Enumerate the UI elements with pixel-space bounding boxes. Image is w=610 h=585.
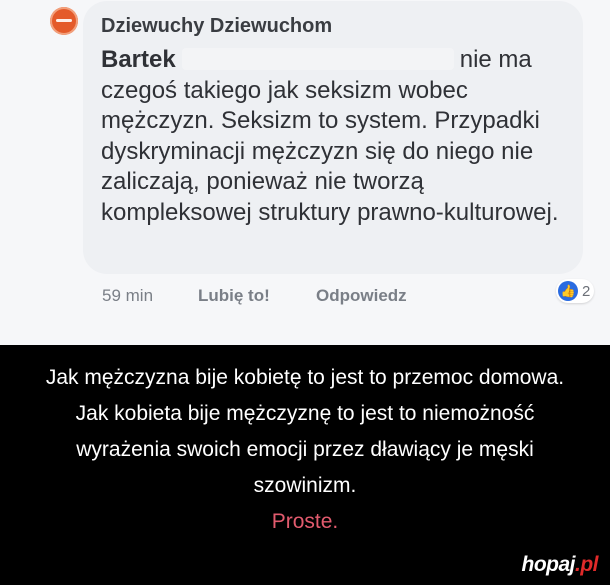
- comment-time[interactable]: 59 min: [102, 286, 153, 306]
- comment-text: Bartek nie ma czegoś takiego jak seksizm …: [101, 45, 573, 228]
- logo-domain: .pl: [575, 553, 599, 576]
- logo-main: hopaj: [521, 553, 576, 576]
- like-button[interactable]: Lubię to!: [198, 286, 270, 306]
- caption-line: Jak mężczyzna bije kobietę to jest to pr…: [45, 366, 565, 389]
- comment-bubble: Dziewuchy Dziewuchom Bartek nie ma czegoś…: [83, 1, 583, 274]
- caption-punchline: Proste.: [271, 510, 339, 533]
- caption-line: Jak kobieta bije mężczyznę to jest to ni…: [75, 402, 535, 425]
- caption-line: szowinizm.: [253, 474, 357, 497]
- hopaj-logo[interactable]: hopaj.pl: [522, 553, 599, 577]
- caption: Jak mężczyzna bije kobietę to jest to pr…: [0, 360, 610, 540]
- mention-name[interactable]: Bartek: [101, 46, 176, 73]
- reaction-badge[interactable]: 👍 2: [556, 279, 595, 303]
- redacted-area: [181, 48, 454, 70]
- thumbs-up-icon: 👍: [558, 281, 578, 301]
- reaction-count: 2: [582, 282, 591, 300]
- caption-line: wyrażenia swoich emocji przez dławiący j…: [76, 438, 534, 461]
- comment-author[interactable]: Dziewuchy Dziewuchom: [101, 15, 332, 38]
- reply-button[interactable]: Odpowiedz: [316, 286, 407, 306]
- page-avatar[interactable]: [50, 7, 78, 35]
- facebook-comment-screenshot: Dziewuchy Dziewuchom Bartek nie ma czegoś…: [0, 0, 610, 345]
